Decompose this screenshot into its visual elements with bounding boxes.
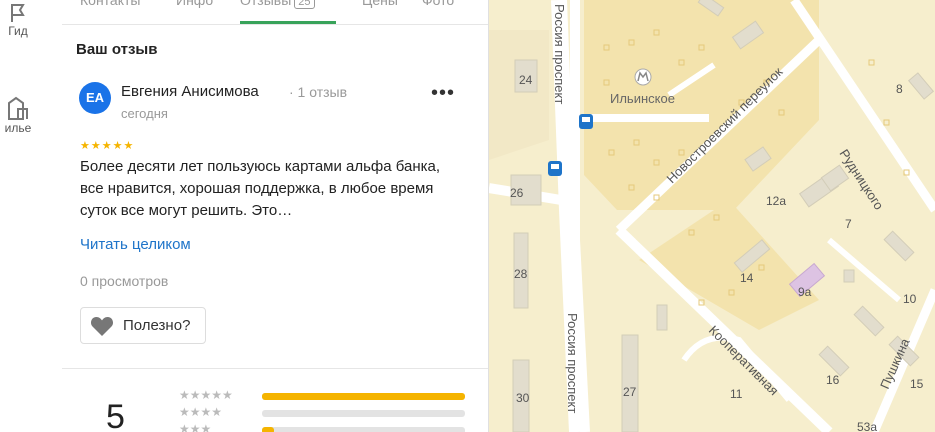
house-number: 28 <box>514 267 528 281</box>
tab-reviews-label: Отзывы <box>240 0 292 8</box>
bus-stop-icon[interactable] <box>548 161 562 176</box>
useful-button[interactable]: Полезно? <box>80 307 206 344</box>
place-label: Ильинское <box>610 91 675 106</box>
review-panel: Контакты Инфо Отзывы 25 Цены Фото Ваш отз… <box>62 0 489 432</box>
author-name[interactable]: Евгения Анисимова <box>121 83 259 100</box>
rating-row-3: ★★★ <box>179 422 469 432</box>
house-number: 15 <box>910 377 924 391</box>
tab-prices[interactable]: Цены <box>362 0 398 8</box>
avatar[interactable]: ЕА <box>79 82 111 114</box>
nav-housing[interactable]: илье <box>0 95 36 135</box>
house-number: 14 <box>740 271 754 285</box>
more-options-icon[interactable]: ••• <box>431 82 455 105</box>
rating-row-stars: ★★★★ <box>179 405 223 419</box>
section-divider <box>62 368 488 369</box>
nav-guide-label: Гид <box>8 24 28 38</box>
rating-row-5: ★★★★★ <box>179 388 469 403</box>
section-title: Ваш отзыв <box>76 41 158 58</box>
house-number: 7 <box>845 217 852 231</box>
left-navigation: Гид илье <box>0 0 63 432</box>
map-block <box>489 30 549 160</box>
rating-row-stars: ★★★ <box>179 422 212 432</box>
street-label: Россия проспект <box>565 313 580 413</box>
flag-icon <box>11 4 25 22</box>
house-number: 26 <box>510 186 524 200</box>
views-count: 0 просмотров <box>80 273 169 289</box>
house-number: 30 <box>516 391 530 405</box>
house-number: 24 <box>519 73 533 87</box>
bus-stop-icon[interactable] <box>579 114 593 129</box>
house-number: 10 <box>903 292 917 306</box>
rating-row-4: ★★★★ <box>179 405 469 420</box>
map-view[interactable]: Россия проспект Россия проспект Новостро… <box>489 0 935 432</box>
nav-guide[interactable]: Гид <box>0 2 36 38</box>
map-canvas[interactable]: Россия проспект Россия проспект Новостро… <box>489 0 935 432</box>
house-number: 53а <box>857 420 877 432</box>
rating-bar-track <box>262 410 465 417</box>
village-icon <box>634 68 652 86</box>
house-number: 9а <box>798 285 812 299</box>
read-more-link[interactable]: Читать целиком <box>80 236 191 253</box>
active-tab-indicator <box>240 21 336 24</box>
building-icon <box>8 96 28 120</box>
tab-reviews[interactable]: Отзывы 25 <box>240 0 315 9</box>
house-number: 8 <box>896 82 903 96</box>
tab-bar: Контакты Инфо Отзывы 25 Цены Фото <box>62 0 488 25</box>
house-number: 16 <box>826 373 840 387</box>
review-text: Более десяти лет пользуюсь картами альфа… <box>80 158 441 219</box>
house-number: 27 <box>623 385 637 399</box>
review-date: сегодня <box>121 106 168 121</box>
tab-info[interactable]: Инфо <box>176 0 213 8</box>
rating-bar-fill <box>262 427 275 432</box>
review-stars: ★★★★★ <box>80 140 135 152</box>
rating-bar-fill <box>262 393 465 400</box>
rating-value: 5 <box>106 398 125 432</box>
useful-label: Полезно? <box>123 317 191 334</box>
rating-bar-track <box>262 393 465 400</box>
tab-photos[interactable]: Фото <box>422 0 454 8</box>
rating-bar-track <box>262 427 465 432</box>
house-number: 12а <box>766 194 786 208</box>
reviews-count-badge: 25 <box>294 0 315 9</box>
street-label: Россия проспект <box>552 4 567 104</box>
tab-contacts[interactable]: Контакты <box>80 0 140 8</box>
nav-housing-label: илье <box>4 121 32 135</box>
rating-row-stars: ★★★★★ <box>179 388 233 402</box>
author-review-count: · 1 отзыв <box>289 84 348 100</box>
heart-icon <box>90 317 114 336</box>
house-number: 11 <box>730 387 743 401</box>
